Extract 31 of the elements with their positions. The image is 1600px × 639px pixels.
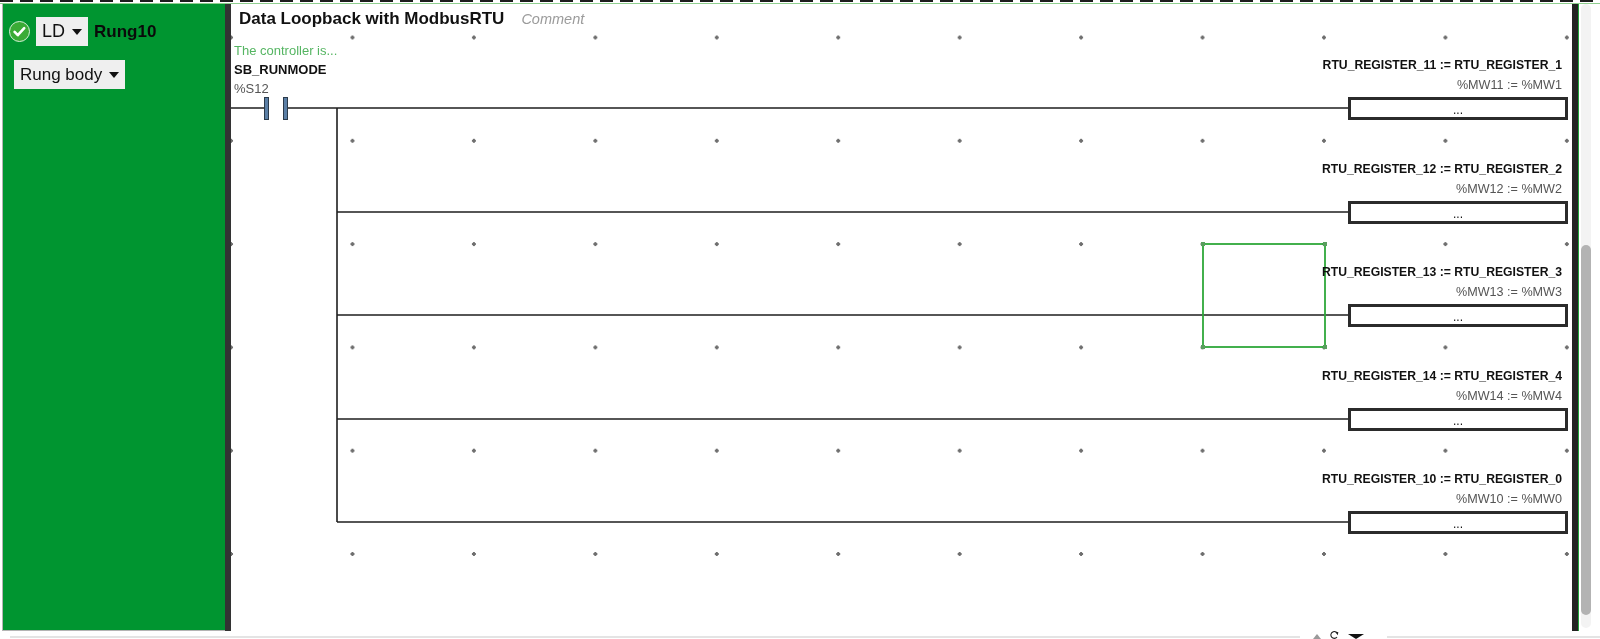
operation-address: %MW11 := %MW1: [1456, 77, 1563, 94]
operation-address: %MW10 := %MW0: [1456, 491, 1563, 508]
operation-block[interactable]: ...: [1348, 97, 1568, 120]
operation-block[interactable]: ...: [1348, 408, 1568, 431]
operation-expression: RTU_REGISTER_10 := RTU_REGISTER_0: [1321, 471, 1563, 488]
caret-up-icon[interactable]: [1313, 634, 1321, 639]
rung-title: Data Loopback with ModbusRTU: [239, 8, 505, 30]
operation-address: %MW12 := %MW2: [1456, 181, 1563, 198]
caret-icon: [109, 71, 120, 78]
operation-expression: RTU_REGISTER_11 := RTU_REGISTER_1: [1322, 57, 1563, 74]
operation-block[interactable]: ...: [1348, 201, 1568, 224]
wire: [231, 107, 265, 109]
scrollbar-track[interactable]: [1581, 4, 1591, 628]
contact-icon[interactable]: [264, 97, 288, 120]
contact-symbol: SB_RUNMODE: [234, 61, 328, 79]
caret-icon: [72, 28, 82, 35]
caret-down-icon[interactable]: [1348, 634, 1364, 639]
operation-expression: RTU_REGISTER_14 := RTU_REGISTER_4: [1321, 368, 1563, 385]
contact-comment: The controller is...: [234, 42, 338, 60]
operation-block[interactable]: ...: [1348, 304, 1568, 327]
contact-address: %S12: [234, 80, 270, 98]
operation-address: %MW13 := %MW3: [1456, 284, 1563, 301]
rung-name: Rung10: [94, 21, 157, 42]
operation-block[interactable]: ...: [1348, 511, 1568, 534]
operation-address: %MW14 := %MW4: [1456, 388, 1563, 405]
language-dropdown[interactable]: LD: [36, 17, 88, 46]
section-dropdown[interactable]: Rung body: [14, 60, 126, 89]
comment-field[interactable]: Comment: [521, 9, 632, 29]
operation-expression: RTU_REGISTER_12 := RTU_REGISTER_2: [1321, 161, 1563, 178]
refresh-icon[interactable]: [1330, 631, 1339, 639]
scrollbar-thumb[interactable]: [1581, 245, 1591, 615]
